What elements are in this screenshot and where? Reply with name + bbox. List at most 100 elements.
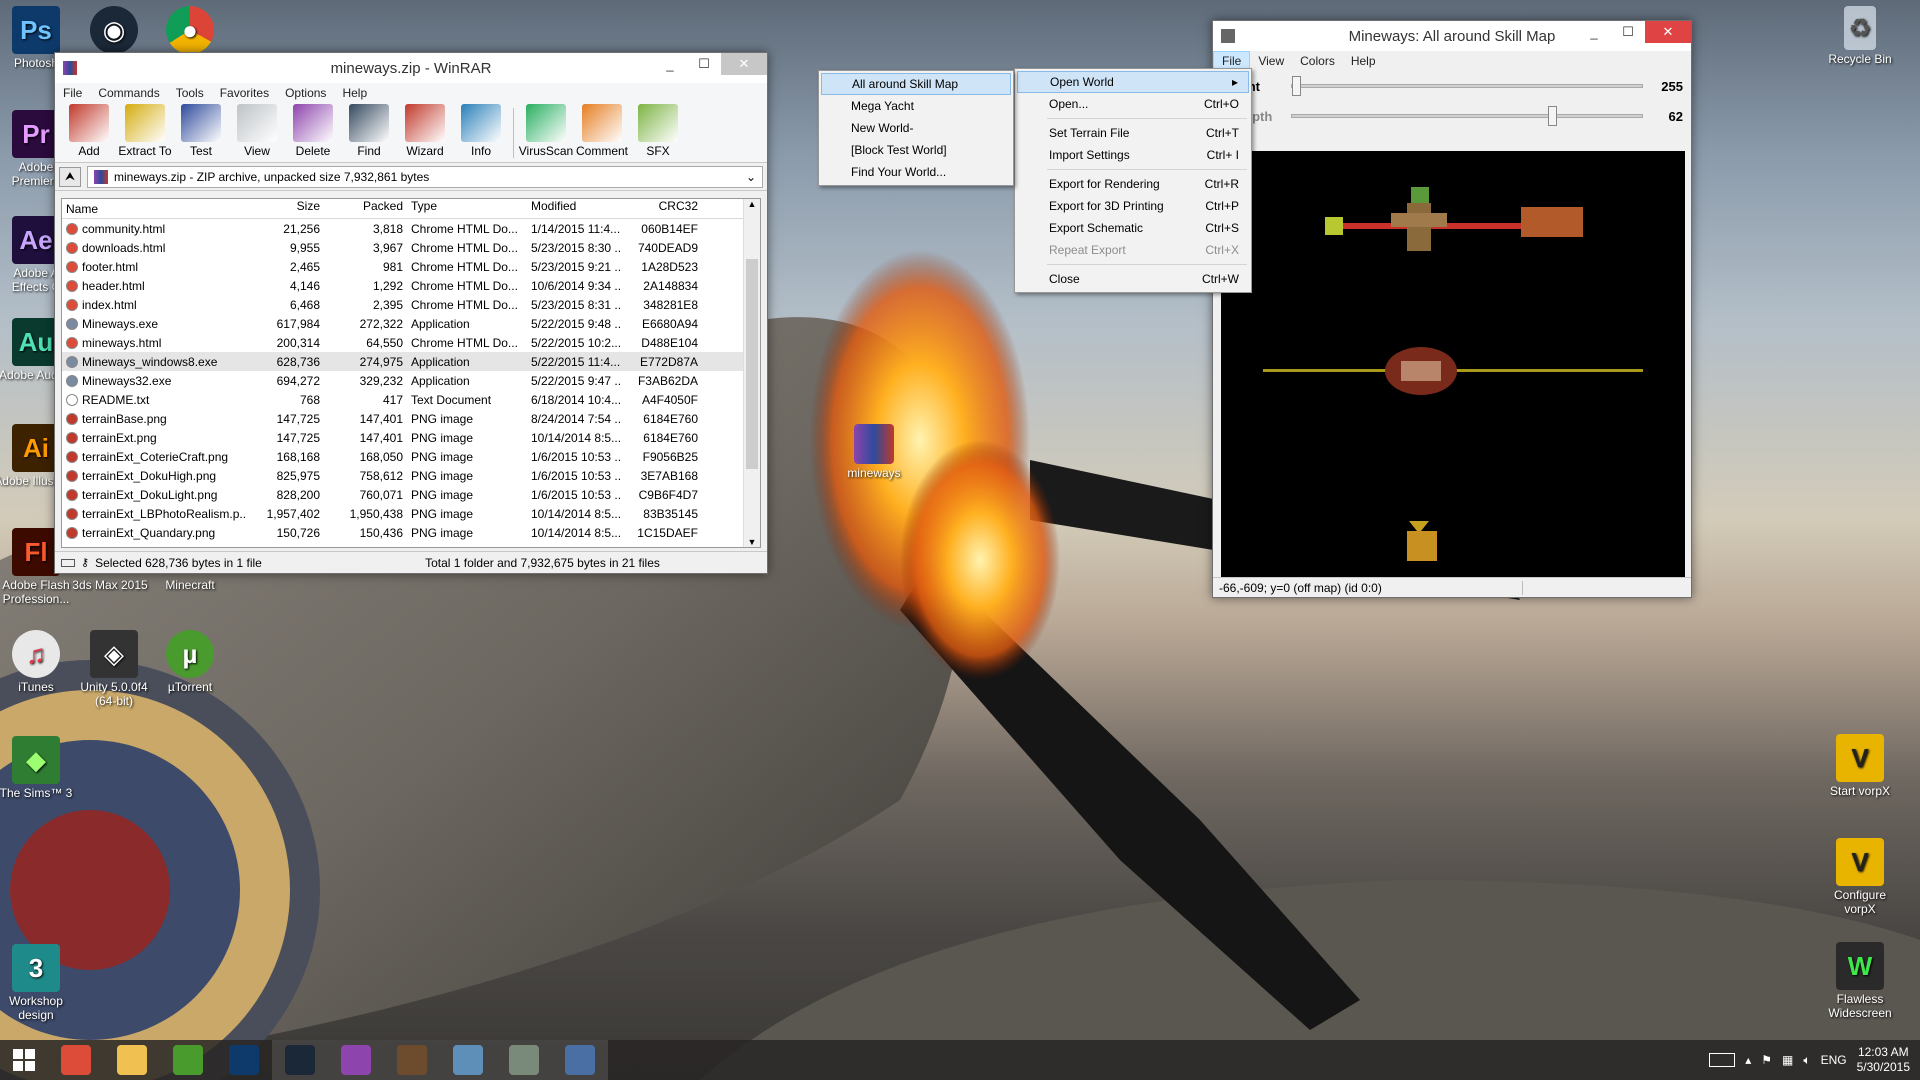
table-row[interactable]: terrainBase.png 147,725 147,401 PNG image 8/…	[62, 409, 760, 428]
map-view[interactable]	[1221, 151, 1685, 591]
file-menu-item-repeat-export[interactable]: Repeat Export Ctrl+X	[1017, 239, 1249, 261]
flag-icon[interactable]: ⚑	[1761, 1053, 1772, 1067]
desktop-icon-workshop-design[interactable]: 3 Workshop design	[0, 944, 78, 1022]
menu-help[interactable]: Help	[1343, 52, 1384, 70]
chevron-up-icon[interactable]: ▴	[1745, 1053, 1751, 1067]
taskbar-explorer-button[interactable]	[104, 1040, 160, 1080]
table-row[interactable]: Mineways32.exe 694,272 329,232 Application 5…	[62, 371, 760, 390]
keyboard-icon[interactable]	[1709, 1053, 1736, 1067]
table-row[interactable]: header.html 4,146 1,292 Chrome HTML Do... 10…	[62, 276, 760, 295]
desktop-icon-configure-vorpx[interactable]: V Configure vorpX	[1818, 838, 1902, 916]
table-row[interactable]: mineways.html 200,314 64,550 Chrome HTML Do…	[62, 333, 760, 352]
table-row[interactable]: terrainExt_CoterieCraft.png 168,168 168,05…	[62, 447, 760, 466]
menu-colors[interactable]: Colors	[1292, 52, 1343, 70]
mineways-titlebar[interactable]: Mineways: All around Skill Map _ ☐ ✕	[1213, 21, 1691, 51]
file-menu-item-open-world[interactable]: Open World ▸	[1017, 71, 1249, 93]
desktop-icon-sims3[interactable]: ◆ The Sims™ 3	[0, 736, 78, 800]
file-menu-item-close[interactable]: Close Ctrl+W	[1017, 268, 1249, 290]
desktop-icon-minecraft[interactable]: Minecraft	[148, 578, 232, 592]
table-row[interactable]: terrainExt_Quandary.png 150,726 150,436 PNG…	[62, 523, 760, 542]
menu-options[interactable]: Options	[277, 84, 334, 102]
scroll-up-arrow[interactable]: ▲	[744, 199, 760, 209]
taskbar-vorpx-button[interactable]	[552, 1040, 608, 1080]
column-crc32[interactable]: CRC32	[622, 199, 702, 218]
desktop-icon-steam[interactable]: ◉	[72, 6, 156, 56]
menu-favorites[interactable]: Favorites	[212, 84, 277, 102]
table-row[interactable]: terrainExt.png 147,725 147,401 PNG image 10/…	[62, 428, 760, 447]
table-row[interactable]: downloads.html 9,955 3,967 Chrome HTML Do..…	[62, 238, 760, 257]
desktop-icon-utorrent[interactable]: µ µTorrent	[148, 630, 232, 694]
taskbar-steam-button[interactable]	[272, 1040, 328, 1080]
language-indicator[interactable]: ENG	[1821, 1053, 1847, 1067]
maximize-button[interactable]: ☐	[1611, 21, 1645, 43]
table-row[interactable]: footer.html 2,465 981 Chrome HTML Do... 5/23…	[62, 257, 760, 276]
toolbar-view-button[interactable]: View	[229, 104, 285, 158]
path-field[interactable]: mineways.zip - ZIP archive, unpacked siz…	[87, 165, 763, 188]
close-button[interactable]: ✕	[1645, 21, 1691, 43]
table-row[interactable]: Mineways.exe 617,984 272,322 Application 5/2…	[62, 314, 760, 333]
column-modified[interactable]: Modified	[527, 199, 622, 218]
vertical-scrollbar[interactable]: ▲ ▼	[743, 199, 760, 547]
desktop-icon-mineways-zip[interactable]: mineways	[832, 424, 916, 480]
world-menu-item[interactable]: New World-	[821, 117, 1011, 139]
close-button[interactable]: ✕	[721, 53, 767, 75]
menu-commands[interactable]: Commands	[90, 84, 167, 102]
file-menu-item-export-for-rendering[interactable]: Export for Rendering Ctrl+R	[1017, 173, 1249, 195]
toolbar-comment-button[interactable]: Comment	[574, 104, 630, 158]
winrar-titlebar[interactable]: mineways.zip - WinRAR _ ☐ ✕	[55, 53, 767, 83]
table-row[interactable]: Mineways_windows8.exe 628,736 274,975 Appli…	[62, 352, 760, 371]
clock[interactable]: 12:03 AM 5/30/2015	[1857, 1045, 1910, 1075]
taskbar-image-viewer-button[interactable]	[440, 1040, 496, 1080]
depth-slider-thumb[interactable]	[1547, 106, 1557, 126]
scroll-down-arrow[interactable]: ▼	[744, 537, 760, 547]
network-icon[interactable]: ▦	[1782, 1053, 1793, 1067]
taskbar-minecraft-button[interactable]	[384, 1040, 440, 1080]
world-menu-item[interactable]: All around Skill Map	[821, 73, 1011, 95]
desktop-icon-3dsmax[interactable]: 3ds Max 2015	[68, 578, 152, 592]
column-packed[interactable]: Packed	[324, 199, 407, 218]
taskbar-photoshop-button[interactable]	[216, 1040, 272, 1080]
toolbar-delete-button[interactable]: Delete	[285, 104, 341, 158]
chevron-down-icon[interactable]: ⌄	[746, 170, 756, 184]
table-row[interactable]: terrainExt_DokuHigh.png 825,975 758,612 PNG…	[62, 466, 760, 485]
taskbar-utorrent-button[interactable]	[160, 1040, 216, 1080]
desktop-icon-itunes[interactable]: ♫ iTunes	[0, 630, 78, 694]
desktop-icon-recycle-bin[interactable]: ♻ Recycle Bin	[1818, 6, 1902, 66]
file-menu-item-import-settings[interactable]: Import Settings Ctrl+ I	[1017, 144, 1249, 166]
toolbar-extract-to-button[interactable]: Extract To	[117, 104, 173, 158]
menu-file[interactable]: File	[55, 84, 90, 102]
table-row[interactable]: index.html 6,468 2,395 Chrome HTML Do... 5/2…	[62, 295, 760, 314]
minimize-button[interactable]: _	[1577, 21, 1611, 43]
file-menu-item-set-terrain-file[interactable]: Set Terrain File Ctrl+T	[1017, 122, 1249, 144]
file-menu-item-export-schematic[interactable]: Export Schematic Ctrl+S	[1017, 217, 1249, 239]
taskbar-chrome-button[interactable]	[48, 1040, 104, 1080]
column-type[interactable]: Type	[407, 199, 527, 218]
toolbar-info-button[interactable]: Info	[453, 104, 509, 158]
depth-slider[interactable]	[1291, 106, 1643, 126]
start-button[interactable]	[0, 1040, 48, 1080]
file-menu-item-open[interactable]: Open... Ctrl+O	[1017, 93, 1249, 115]
toolbar-find-button[interactable]: Find	[341, 104, 397, 158]
volume-icon[interactable]: 🔈︎	[1803, 1053, 1810, 1068]
up-folder-button[interactable]: ⮝	[59, 166, 81, 187]
minimize-button[interactable]: _	[653, 53, 687, 75]
world-menu-item[interactable]: Mega Yacht	[821, 95, 1011, 117]
column-name[interactable]: Name	[62, 199, 247, 218]
table-row[interactable]: terrainExt_DokuLight.png 828,200 760,071 PN…	[62, 485, 760, 504]
world-menu-item[interactable]: Find Your World...	[821, 161, 1011, 183]
column-size[interactable]: Size	[247, 199, 324, 218]
file-menu-item-export-for-3d-printing[interactable]: Export for 3D Printing Ctrl+P	[1017, 195, 1249, 217]
taskbar-mineways-button[interactable]	[496, 1040, 552, 1080]
menu-view[interactable]: View	[1250, 52, 1292, 70]
toolbar-wizard-button[interactable]: Wizard	[397, 104, 453, 158]
desktop-icon-start-vorpx[interactable]: V Start vorpX	[1818, 734, 1902, 798]
maximize-button[interactable]: ☐	[687, 53, 721, 75]
scrollbar-thumb[interactable]	[746, 259, 758, 469]
toolbar-test-button[interactable]: Test	[173, 104, 229, 158]
desktop-icon-unity[interactable]: ◈ Unity 5.0.0f4 (64-bit)	[72, 630, 156, 708]
height-slider[interactable]	[1291, 76, 1643, 96]
menu-tools[interactable]: Tools	[168, 84, 212, 102]
height-slider-thumb[interactable]	[1292, 76, 1301, 96]
table-row[interactable]: terrainExt_LBPhotoRealism.p... 1,957,402 1…	[62, 504, 760, 523]
toolbar-sfx-button[interactable]: SFX	[630, 104, 686, 158]
